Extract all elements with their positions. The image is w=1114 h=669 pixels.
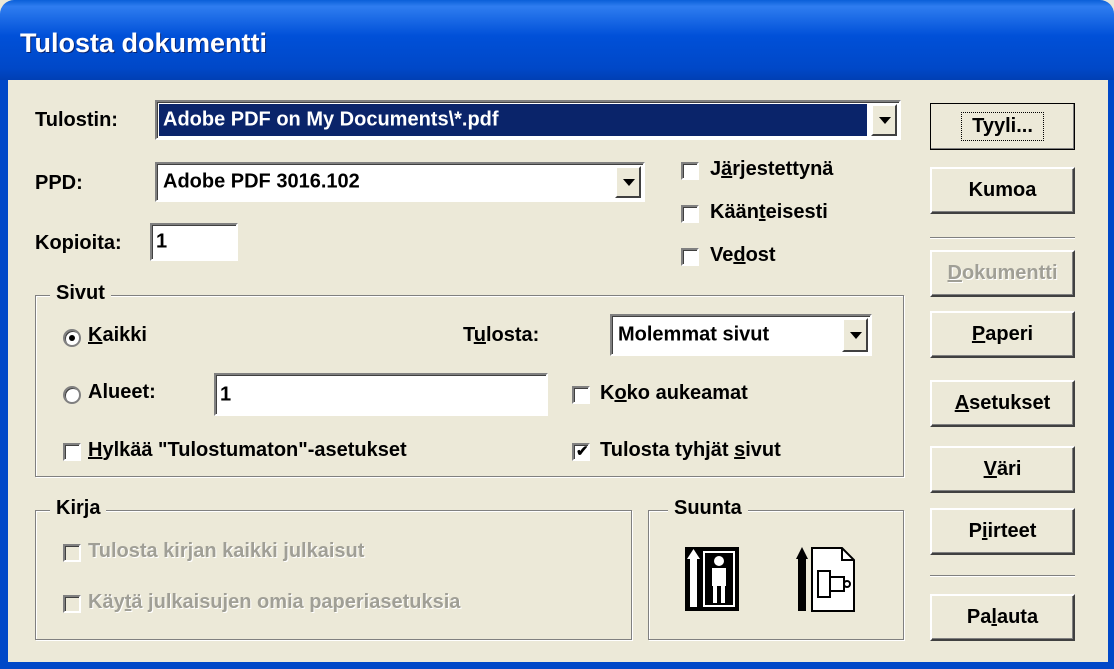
book-all-docs-checkbox[interactable]: [63, 544, 81, 562]
printer-value: Adobe PDF on My Documents\*.pdf: [163, 108, 499, 131]
ignore-nonprinting-label[interactable]: Hylkää "Tulostumaton"-asetukset: [88, 439, 407, 462]
print-which-label: Tulosta:: [463, 324, 540, 346]
paper-button[interactable]: Paperi: [930, 311, 1075, 358]
proofs-label[interactable]: Vedost: [710, 244, 776, 267]
return-button[interactable]: Palauta: [930, 594, 1075, 641]
blank-pages-checkbox[interactable]: ✔: [572, 443, 590, 461]
printer-dropdown-button[interactable]: [871, 104, 897, 136]
printer-label: Tulostin:: [35, 109, 118, 131]
ranges-value: 1: [220, 383, 232, 405]
collate-checkbox[interactable]: [681, 162, 699, 180]
collate-label[interactable]: Järjestettynä: [710, 158, 833, 181]
button-separator: [930, 237, 1075, 239]
copies-input[interactable]: 1: [150, 223, 238, 261]
cancel-button[interactable]: Kumoa: [930, 167, 1075, 214]
check-mark-icon: ✔: [576, 443, 589, 460]
window-frame-left: [0, 80, 8, 669]
book-all-docs-label: Tulosta kirjan kaikki julkaisut: [88, 540, 365, 562]
all-pages-label[interactable]: Kaikki: [88, 324, 147, 347]
ppd-label: PPD:: [35, 172, 83, 194]
features-button[interactable]: Piirteet: [930, 508, 1075, 555]
color-button[interactable]: Väri: [930, 446, 1075, 493]
ppd-value: Adobe PDF 3016.102: [163, 170, 360, 193]
spreads-label[interactable]: Koko aukeamat: [600, 382, 748, 405]
book-doc-paper-label: Käytä julkaisujen omia paperiasetuksia: [88, 591, 461, 613]
print-which-dropdown-button[interactable]: [842, 318, 868, 352]
print-which-select[interactable]: Molemmat sivut: [610, 314, 872, 356]
copies-label: Kopioita:: [35, 232, 122, 254]
portrait-icon[interactable]: [683, 545, 741, 613]
window-frame-bottom: [0, 662, 1114, 669]
reverse-checkbox[interactable]: [681, 205, 699, 223]
button-separator-2: [930, 575, 1075, 577]
reverse-label[interactable]: Käänteisesti: [710, 201, 828, 224]
pages-legend: Sivut: [50, 282, 111, 305]
blank-pages-label[interactable]: Tulosta tyhjät sivut: [600, 439, 781, 462]
window-title: Tulosta dokumentti: [20, 28, 267, 58]
print-which-value: Molemmat sivut: [618, 323, 770, 346]
print-dialog: Tulosta dokumentti Tulostin: Adobe PDF o…: [0, 0, 1114, 669]
ignore-nonprinting-checkbox[interactable]: [63, 443, 81, 461]
ranges-label: Alueet:: [88, 381, 156, 403]
book-legend: Kirja: [50, 497, 107, 520]
ppd-select[interactable]: Adobe PDF 3016.102: [155, 162, 645, 202]
ranges-radio[interactable]: [63, 386, 81, 404]
style-button[interactable]: Tyyli...: [930, 103, 1075, 150]
proofs-checkbox[interactable]: [681, 248, 699, 266]
all-pages-radio[interactable]: [63, 329, 81, 347]
title-bar[interactable]: Tulosta dokumentti: [0, 0, 1114, 80]
book-doc-paper-checkbox[interactable]: [63, 595, 81, 613]
landscape-icon[interactable]: [796, 545, 856, 613]
copies-value: 1: [156, 230, 168, 253]
spreads-checkbox[interactable]: [572, 386, 590, 404]
orientation-legend: Suunta: [668, 497, 748, 520]
document-button[interactable]: Dokumentti: [930, 250, 1075, 297]
ranges-input[interactable]: 1: [214, 373, 548, 416]
ppd-dropdown-button[interactable]: [615, 166, 641, 198]
window-frame-right: [1108, 80, 1114, 669]
setup-button[interactable]: Asetukset: [930, 380, 1075, 427]
book-group: [35, 510, 632, 640]
printer-select[interactable]: Adobe PDF on My Documents\*.pdf: [155, 100, 901, 140]
